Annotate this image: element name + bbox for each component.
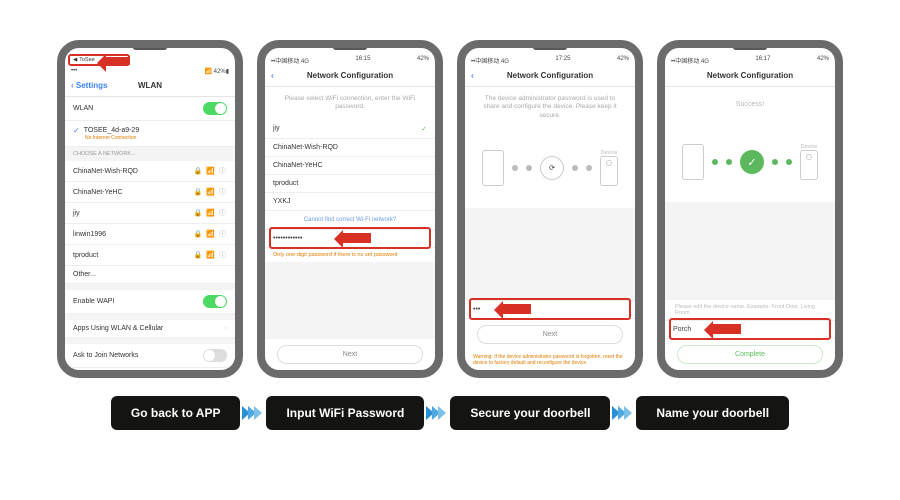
arrow-icon — [711, 324, 741, 334]
ask-join[interactable]: Ask to Join Networks — [65, 344, 235, 368]
network-item[interactable]: linwin1996🔒 📶 ⓘ — [65, 224, 235, 245]
loading-icon: ⟳ — [540, 156, 564, 180]
check-icon: ✓ — [73, 126, 80, 135]
network-item[interactable]: ChinaNet-YeHC🔒 📶 ⓘ — [65, 182, 235, 203]
instruction-text: The device administrator password is use… — [465, 87, 635, 128]
page-title: Network Configuration — [307, 71, 393, 80]
step-caption: Name your doorbell — [636, 396, 789, 430]
next-button[interactable]: Next — [277, 345, 423, 364]
phone-speaker — [733, 45, 767, 50]
phone-name-doorbell: ••中国移动 4G16:1742% Network Configuration … — [657, 40, 843, 378]
toggle-on-icon[interactable] — [203, 102, 227, 115]
captions-row: Go back to APP Input WiFi Password Secur… — [30, 396, 870, 430]
back-icon[interactable]: ‹ — [271, 71, 274, 80]
step-caption: Input WiFi Password — [266, 396, 424, 430]
instruction-text: Please select WiFi connection, enter the… — [265, 87, 435, 120]
back-button[interactable]: ‹ Settings — [71, 81, 107, 90]
network-item[interactable]: ChinaNet-Wish-RQD🔒 📶 ⓘ — [65, 161, 235, 182]
network-other[interactable]: Other... — [65, 266, 235, 284]
chevron-icon — [428, 406, 446, 420]
network-item[interactable]: YXKJ — [265, 193, 435, 211]
toggle-off-icon[interactable] — [203, 349, 227, 362]
wapi-toggle[interactable]: Enable WAPI — [65, 290, 235, 314]
chevron-icon — [244, 406, 262, 420]
check-circle-icon: ✓ — [740, 150, 764, 174]
phone-speaker — [133, 45, 167, 50]
phone-wlan-settings: ◀ToSee •••📶 42%▮ ‹ Settings WLAN WLAN ✓T… — [57, 40, 243, 378]
chevron-icon — [614, 406, 632, 420]
section-header: CHOOSE A NETWORK... — [65, 147, 235, 161]
arrow-icon — [501, 304, 531, 314]
toggle-on-icon[interactable] — [203, 295, 227, 308]
back-icon[interactable]: ‹ — [471, 71, 474, 80]
highlight-device-name — [669, 318, 831, 340]
phones-row: ◀ToSee •••📶 42%▮ ‹ Settings WLAN WLAN ✓T… — [30, 40, 870, 378]
connected-network[interactable]: ✓TOSEE_4d-a9-29 No Internet Connection — [65, 121, 235, 147]
arrow-icon — [341, 233, 371, 243]
page-title: Network Configuration — [507, 71, 593, 80]
check-icon: ✓ — [421, 125, 427, 133]
apps-using-wlan[interactable]: Apps Using WLAN & Cellular› — [65, 320, 235, 338]
page-title: WLAN — [138, 81, 162, 90]
doorbell-icon — [800, 150, 818, 180]
step-caption: Go back to APP — [111, 396, 241, 430]
next-button[interactable]: Next — [477, 325, 623, 344]
phone-speaker — [533, 45, 567, 50]
arrow-icon — [104, 57, 130, 65]
phone-wifi-password: ••中国移动 4G16:1542% ‹Network Configuration… — [257, 40, 443, 378]
pairing-diagram: ⟳ Device — [465, 128, 635, 208]
network-item[interactable]: tproduct — [265, 175, 435, 193]
success-text: Success! — [665, 87, 835, 122]
network-item[interactable]: ChinaNet-Wish-RQD — [265, 139, 435, 157]
network-item[interactable]: ChinaNet-YeHC — [265, 157, 435, 175]
phone-icon — [482, 150, 504, 186]
hint-text: Please edit the device name. Example: Fr… — [665, 300, 835, 320]
network-item[interactable]: jiy🔒 📶 ⓘ — [65, 203, 235, 224]
warning-text: Only one-digit password if there is no s… — [265, 248, 435, 262]
step-caption: Secure your doorbell — [450, 396, 610, 430]
network-item[interactable]: tproduct🔒 📶 ⓘ — [65, 245, 235, 266]
phone-speaker — [333, 45, 367, 50]
warning-text: Warning: If the device administrator pas… — [465, 350, 635, 370]
wlan-toggle-row[interactable]: WLAN — [65, 97, 235, 121]
selected-network[interactable]: jiy✓ — [265, 120, 435, 139]
phone-icon — [682, 144, 704, 180]
page-title: Network Configuration — [707, 71, 793, 80]
phone-secure-doorbell: ••中国移动 4G17:2542% ‹Network Configuration… — [457, 40, 643, 378]
wlan-titlebar: ‹ Settings WLAN — [65, 77, 235, 97]
doorbell-icon — [600, 156, 618, 186]
success-diagram: ✓ Device — [665, 122, 835, 202]
highlight-tosee-pill: ◀ToSee — [68, 54, 130, 66]
complete-button[interactable]: Complete — [677, 345, 823, 364]
